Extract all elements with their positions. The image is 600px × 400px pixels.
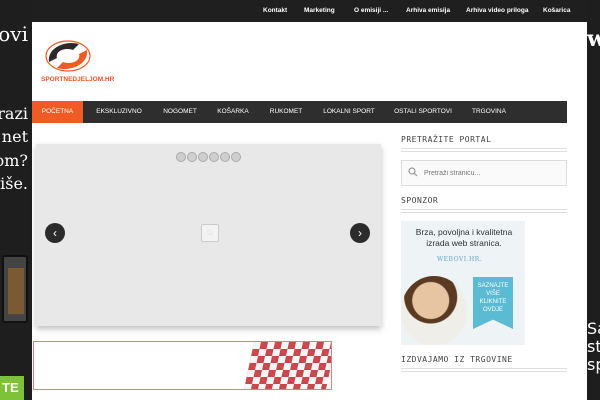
right-ad-text: sp xyxy=(587,355,600,374)
nav-item-ekskluzivno[interactable]: EKSKLUZIVNO xyxy=(87,101,151,123)
right-background-ad[interactable]: w Sa st sp xyxy=(587,0,600,400)
slider-prev-button[interactable]: ‹ xyxy=(45,223,65,243)
slider-dot[interactable] xyxy=(209,152,219,162)
ad-cta-badge[interactable]: SAZNAJTE VIŠE KLIKNITE OVDJE xyxy=(473,277,513,329)
slider-next-button[interactable]: › xyxy=(350,223,370,243)
slider-dot[interactable] xyxy=(187,152,197,162)
right-ad-text: w xyxy=(587,26,600,52)
phone-screen-image xyxy=(8,268,24,314)
top-link-marketing[interactable]: Marketing xyxy=(304,0,335,22)
nav-item-nogomet[interactable]: NOGOMET xyxy=(156,101,204,123)
right-ad-text: Sa xyxy=(587,319,600,338)
ad-headline: Brza, povoljna i kvalitetna izrada web s… xyxy=(415,227,513,248)
slider-dot[interactable] xyxy=(176,152,186,162)
ad-person-image xyxy=(401,276,467,345)
search-widget-title: PRETRAŽITE PORTAL xyxy=(401,135,567,152)
left-background-ad[interactable]: ovi razi net om? više. TE xyxy=(0,0,32,400)
right-ad-text: st xyxy=(587,337,600,356)
nav-item-rukomet[interactable]: RUKOMET xyxy=(262,101,310,123)
nav-item-kosarka[interactable]: KOŠARKA xyxy=(209,101,257,123)
nav-item-lokalni-sport[interactable]: LOKALNI SPORT xyxy=(317,101,381,123)
top-link-arhiva-emisija[interactable]: Arhiva emisija xyxy=(406,0,450,22)
left-ad-text: om? xyxy=(0,151,28,170)
left-ad-text: net xyxy=(1,127,28,146)
left-ad-text: razi xyxy=(0,104,28,123)
top-link-o-emisiji[interactable]: O emisiji ... xyxy=(354,0,388,22)
nav-item-trgovina[interactable]: TRGOVINA xyxy=(464,101,514,123)
search-icon xyxy=(408,167,418,177)
sidebar: PRETRAŽITE PORTAL SPONZOR Brza, povoljna… xyxy=(401,135,567,372)
main-page: Kontakt Marketing O emisiji ... Arhiva e… xyxy=(32,0,587,400)
sponsor-ad[interactable]: Brza, povoljna i kvalitetna izrada web s… xyxy=(401,221,525,345)
croatia-banner-ad[interactable] xyxy=(33,341,332,390)
right-ad-text-block: Sa st sp xyxy=(587,320,600,374)
site-logo[interactable]: SPORTNEDJELJOM.HR xyxy=(41,38,114,88)
logo-brand-text: SPORTNEDJELJOM.HR xyxy=(41,76,115,83)
left-ad-cta[interactable]: TE xyxy=(0,376,24,400)
shop-widget-title: IZDVAJAMO IZ TRGOVINE xyxy=(401,355,567,372)
left-ad-text: ovi xyxy=(0,22,28,46)
search-box xyxy=(401,160,567,186)
slider-dot[interactable] xyxy=(231,152,241,162)
search-input[interactable] xyxy=(422,164,566,182)
left-ad-text: više. xyxy=(0,174,28,193)
top-link-kontakt[interactable]: Kontakt xyxy=(263,0,287,22)
top-link-arhiva-video[interactable]: Arhiva video priloga xyxy=(466,0,529,22)
loading-spinner-icon: ◌ xyxy=(201,224,219,242)
ad-site-name: WEBOVI.HR. xyxy=(437,256,483,263)
slider-pagination xyxy=(176,149,242,162)
checkerboard-pattern xyxy=(244,342,331,389)
nav-item-ostali-sportovi[interactable]: OSTALI SPORTOVI xyxy=(388,101,458,123)
sponsor-widget-title: SPONZOR xyxy=(401,196,567,213)
nav-item-pocetna[interactable]: POČETNA xyxy=(32,101,83,123)
slider-dot[interactable] xyxy=(220,152,230,162)
top-link-kosarica[interactable]: Košarica xyxy=(543,0,570,22)
slider-dot[interactable] xyxy=(198,152,208,162)
top-bar: Kontakt Marketing O emisiji ... Arhiva e… xyxy=(32,0,587,22)
logo-icon xyxy=(45,40,91,72)
main-navigation: POČETNA EKSKLUZIVNO NOGOMET KOŠARKA RUKO… xyxy=(32,101,567,123)
featured-slider: ‹ › ◌ xyxy=(36,144,381,326)
